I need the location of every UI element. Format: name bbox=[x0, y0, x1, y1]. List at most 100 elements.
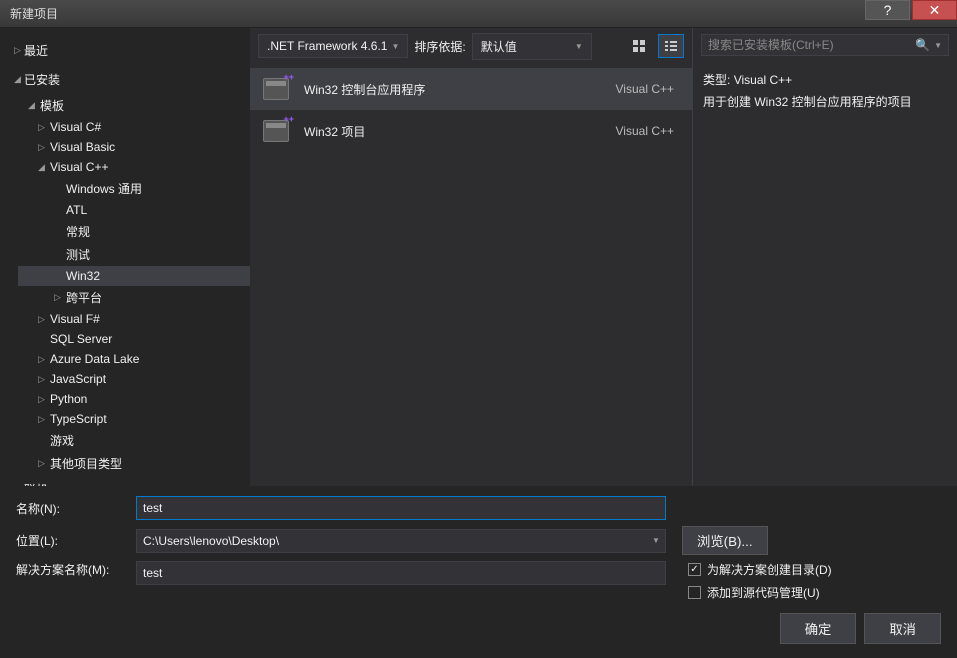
tree-item-label: Visual C# bbox=[50, 120, 101, 134]
tree-item-label: Win32 bbox=[66, 269, 100, 283]
tree-root-label: 模板 bbox=[40, 97, 64, 114]
solution-input[interactable] bbox=[136, 561, 666, 585]
chevron-right-icon: ▷ bbox=[38, 314, 50, 325]
template-icon: ++ bbox=[260, 118, 292, 144]
chevron-down-icon: ◢ bbox=[38, 162, 50, 173]
tree-item-label: Visual F# bbox=[50, 312, 100, 326]
tree-item-label: Visual Basic bbox=[50, 140, 115, 154]
tree-item-label: Windows 通用 bbox=[66, 180, 142, 197]
tree-item[interactable]: ▷Visual F# bbox=[18, 309, 250, 329]
tree-item-label: TypeScript bbox=[50, 412, 107, 426]
tree-item[interactable]: Win32 bbox=[18, 266, 250, 286]
tree-item-label: Azure Data Lake bbox=[50, 352, 139, 366]
chevron-right-icon: ▷ bbox=[38, 354, 50, 365]
section-installed-label: 已安装 bbox=[24, 71, 60, 88]
solution-label: 解决方案名称(M): bbox=[16, 561, 126, 578]
cancel-button[interactable]: 取消 bbox=[864, 613, 941, 644]
tree-item[interactable]: 测试 bbox=[18, 243, 250, 266]
tree-item-label: JavaScript bbox=[50, 372, 106, 386]
tree-item[interactable]: ▷Python bbox=[18, 389, 250, 409]
chevron-right-icon: ▷ bbox=[38, 142, 50, 153]
chevron-right-icon: ▷ bbox=[38, 374, 50, 385]
chevron-down-icon: ◢ bbox=[28, 100, 40, 111]
name-input[interactable] bbox=[136, 496, 666, 520]
framework-dropdown[interactable]: .NET Framework 4.6.1 ▼ bbox=[258, 34, 408, 58]
list-icon bbox=[664, 39, 678, 53]
tree-item[interactable]: ▷JavaScript bbox=[18, 369, 250, 389]
view-list-button[interactable] bbox=[658, 34, 684, 58]
create-dir-checkbox[interactable]: 为解决方案创建目录(D) bbox=[688, 561, 832, 578]
tree-item-label: 游戏 bbox=[50, 432, 74, 449]
tree-item[interactable]: 常规 bbox=[18, 220, 250, 243]
framework-value: .NET Framework 4.6.1 bbox=[267, 39, 387, 53]
add-source-label: 添加到源代码管理(U) bbox=[707, 584, 820, 601]
location-input[interactable] bbox=[137, 530, 647, 552]
sidebar: ▷ 最近 ◢ 已安装 ◢ 模板 ▷Visual C#▷Visual Basic◢… bbox=[0, 28, 250, 486]
tree-item[interactable]: ◢Visual C++ bbox=[18, 157, 250, 177]
section-online[interactable]: ▷ 联机 bbox=[0, 475, 250, 486]
location-combo[interactable]: ▼ bbox=[136, 529, 666, 553]
template-row[interactable]: ++ Win32 控制台应用程序 Visual C++ bbox=[250, 68, 692, 110]
tree-item-label: 其他项目类型 bbox=[50, 455, 122, 472]
tree-item[interactable]: ATL bbox=[18, 200, 250, 220]
chevron-down-icon: ◢ bbox=[14, 74, 24, 85]
template-icon: ++ bbox=[260, 76, 292, 102]
tree-item[interactable]: SQL Server bbox=[18, 329, 250, 349]
create-dir-label: 为解决方案创建目录(D) bbox=[707, 561, 832, 578]
sort-value: 默认值 bbox=[481, 38, 571, 55]
section-recent-label: 最近 bbox=[24, 42, 48, 59]
bottom-form: 名称(N): 位置(L): ▼ 浏览(B)... 解决方案名称(M): 为解决方… bbox=[0, 486, 957, 658]
view-tiles-button[interactable] bbox=[626, 34, 652, 58]
chevron-down-icon[interactable]: ▼ bbox=[647, 536, 665, 545]
tree-item[interactable]: 游戏 bbox=[18, 429, 250, 452]
location-label: 位置(L): bbox=[16, 532, 126, 549]
template-row[interactable]: ++ Win32 项目 Visual C++ bbox=[250, 110, 692, 152]
chevron-right-icon: ▷ bbox=[38, 394, 50, 405]
titlebar-buttons: ? ✕ bbox=[865, 0, 957, 27]
search-box[interactable]: 🔍 ▼ bbox=[701, 34, 949, 56]
chevron-right-icon: ▷ bbox=[38, 414, 50, 425]
tree-templates-root[interactable]: ◢ 模板 bbox=[18, 94, 250, 117]
ok-button[interactable]: 确定 bbox=[780, 613, 857, 644]
tree-item[interactable]: ▷Visual C# bbox=[18, 117, 250, 137]
titlebar: 新建项目 ? ✕ bbox=[0, 0, 957, 28]
tree-item[interactable]: ▷Visual Basic bbox=[18, 137, 250, 157]
chevron-right-icon: ▷ bbox=[54, 292, 66, 303]
tree-item-label: Python bbox=[50, 392, 87, 406]
tree-item[interactable]: ▷TypeScript bbox=[18, 409, 250, 429]
template-lang: Visual C++ bbox=[616, 124, 682, 138]
tiles-icon bbox=[632, 39, 646, 53]
info-panel: 🔍 ▼ 类型: Visual C++ 用于创建 Win32 控制台应用程序的项目 bbox=[692, 28, 957, 486]
browse-button[interactable]: 浏览(B)... bbox=[682, 526, 768, 555]
add-source-checkbox[interactable]: 添加到源代码管理(U) bbox=[688, 584, 832, 601]
search-input[interactable] bbox=[708, 38, 915, 52]
template-name: Win32 控制台应用程序 bbox=[304, 81, 616, 98]
tree-item-label: 常规 bbox=[66, 223, 90, 240]
template-lang: Visual C++ bbox=[616, 82, 682, 96]
tree-item[interactable]: Windows 通用 bbox=[18, 177, 250, 200]
name-label: 名称(N): bbox=[16, 500, 126, 517]
help-button[interactable]: ? bbox=[865, 0, 910, 20]
tree-item[interactable]: ▷Azure Data Lake bbox=[18, 349, 250, 369]
chevron-down-icon: ▼ bbox=[391, 42, 399, 51]
chevron-right-icon: ▷ bbox=[38, 458, 50, 469]
section-recent[interactable]: ▷ 最近 bbox=[0, 36, 250, 65]
tree-item-label: ATL bbox=[66, 203, 87, 217]
close-button[interactable]: ✕ bbox=[912, 0, 957, 20]
search-icon: 🔍 bbox=[915, 38, 930, 52]
chevron-right-icon: ▷ bbox=[38, 122, 50, 133]
tree-item-label: 跨平台 bbox=[66, 289, 102, 306]
toolbar: .NET Framework 4.6.1 ▼ 排序依据: 默认值 ▼ bbox=[250, 28, 692, 64]
tree-item-label: SQL Server bbox=[50, 332, 112, 346]
chevron-right-icon: ▷ bbox=[14, 45, 24, 56]
section-installed[interactable]: ◢ 已安装 bbox=[0, 65, 250, 94]
chevron-down-icon: ▼ bbox=[934, 41, 942, 50]
sort-dropdown[interactable]: 默认值 ▼ bbox=[472, 33, 592, 60]
checkbox-icon bbox=[688, 563, 701, 576]
tree-item[interactable]: ▷其他项目类型 bbox=[18, 452, 250, 475]
chevron-down-icon: ▼ bbox=[575, 42, 583, 51]
sort-label: 排序依据: bbox=[414, 38, 465, 55]
tree-item[interactable]: ▷跨平台 bbox=[18, 286, 250, 309]
tree-item-label: Visual C++ bbox=[50, 160, 108, 174]
tree-item-label: 测试 bbox=[66, 246, 90, 263]
